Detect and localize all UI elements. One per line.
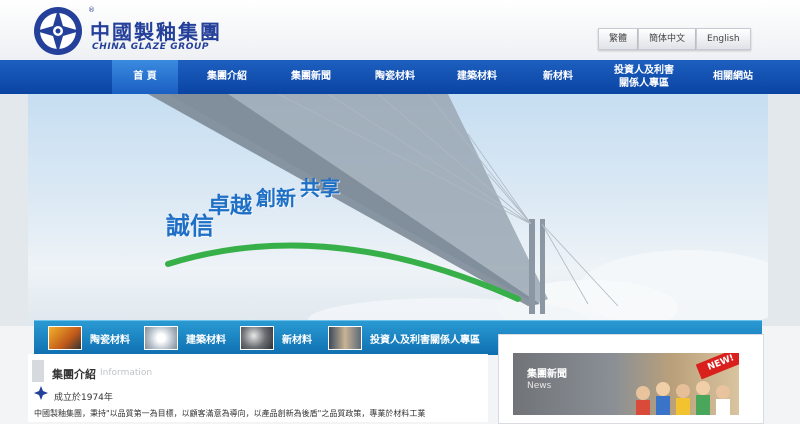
intro-section: 集團介紹 Information 成立於1974年 中國製釉集團，秉持"以品質第… [28, 354, 488, 422]
slogan-innovation: 創新 [256, 186, 296, 210]
nav-investors[interactable]: 投資人及利害 關係人專區 [600, 60, 688, 94]
feature-investors-label: 投資人及利害關係人專區 [370, 334, 480, 346]
nav-building[interactable]: 建築材料 [440, 60, 514, 94]
lang-english-button[interactable]: English [696, 28, 751, 50]
feature-new-material[interactable]: 新材料 [240, 326, 312, 350]
investor-thumbnail-icon [328, 326, 362, 350]
intro-title: 集團介紹 [52, 368, 96, 381]
logo-registered-mark: ® [88, 6, 95, 14]
feature-building-label: 建築材料 [186, 334, 226, 346]
section-marker [32, 360, 44, 382]
nav-ceramic[interactable]: 陶瓷材料 [358, 60, 432, 94]
logo-emblem-icon [34, 7, 82, 55]
news-banner[interactable]: 集團新聞 News NEW! [513, 353, 739, 415]
news-panel: 集團新聞 News NEW! [498, 334, 764, 424]
site-header: ® 中國製釉集團 CHINA GLAZE GROUP 繁體 簡体中文 Engli… [0, 0, 800, 60]
ceramic-thumbnail-icon [48, 326, 82, 350]
founded-year: 成立於1974年 [54, 393, 113, 403]
nav-related-sites[interactable]: 相關網站 [696, 60, 770, 94]
nav-news[interactable]: 集團新聞 [274, 60, 348, 94]
news-subtitle: News [527, 381, 552, 391]
bridge-illustration [148, 94, 768, 326]
new-material-thumbnail-icon [240, 326, 274, 350]
slogan-excellence: 卓越 [208, 194, 253, 219]
intro-text: 中國製釉集團，秉持"以品質第一為目標，以顧客滿意為導向，以產品創新為後盾"之品質… [34, 409, 426, 418]
site-logo[interactable]: ® 中國製釉集團 CHINA GLAZE GROUP [30, 4, 230, 58]
banner-side-left [0, 94, 28, 326]
main-nav: 首 頁 集團介紹 集團新聞 陶瓷材料 建築材料 新材料 投資人及利害 關係人專區… [0, 60, 800, 94]
nav-investors-line1: 投資人及利害 [614, 65, 674, 76]
hero-banner: 誠信 卓越 創新 共享 [28, 94, 768, 326]
compass-star-icon [34, 386, 48, 400]
feature-building[interactable]: 建築材料 [144, 326, 226, 350]
news-title: 集團新聞 [527, 369, 567, 380]
slogan-sharing: 共享 [300, 176, 340, 200]
slogan-integrity: 誠信 [166, 212, 214, 240]
nav-home[interactable]: 首 頁 [112, 60, 178, 94]
building-thumbnail-icon [144, 326, 178, 350]
nav-about[interactable]: 集團介紹 [190, 60, 264, 94]
language-switcher: 繁體 簡体中文 English [598, 28, 751, 50]
logo-chinese-name: 中國製釉集團 [90, 20, 222, 44]
banner-side-right [768, 94, 800, 326]
lang-traditional-button[interactable]: 繁體 [598, 28, 639, 50]
nav-investors-line2: 關係人專區 [619, 78, 669, 89]
feature-new-material-label: 新材料 [282, 334, 312, 346]
nav-new-material[interactable]: 新材料 [526, 60, 590, 94]
logo-english-name: CHINA GLAZE GROUP [92, 42, 210, 52]
feature-investors[interactable]: 投資人及利害關係人專區 [328, 326, 480, 350]
feature-ceramic-label: 陶瓷材料 [90, 334, 130, 346]
lang-simplified-button[interactable]: 簡体中文 [638, 28, 697, 50]
intro-subtitle: Information [100, 368, 153, 378]
feature-ceramic[interactable]: 陶瓷材料 [48, 326, 130, 350]
